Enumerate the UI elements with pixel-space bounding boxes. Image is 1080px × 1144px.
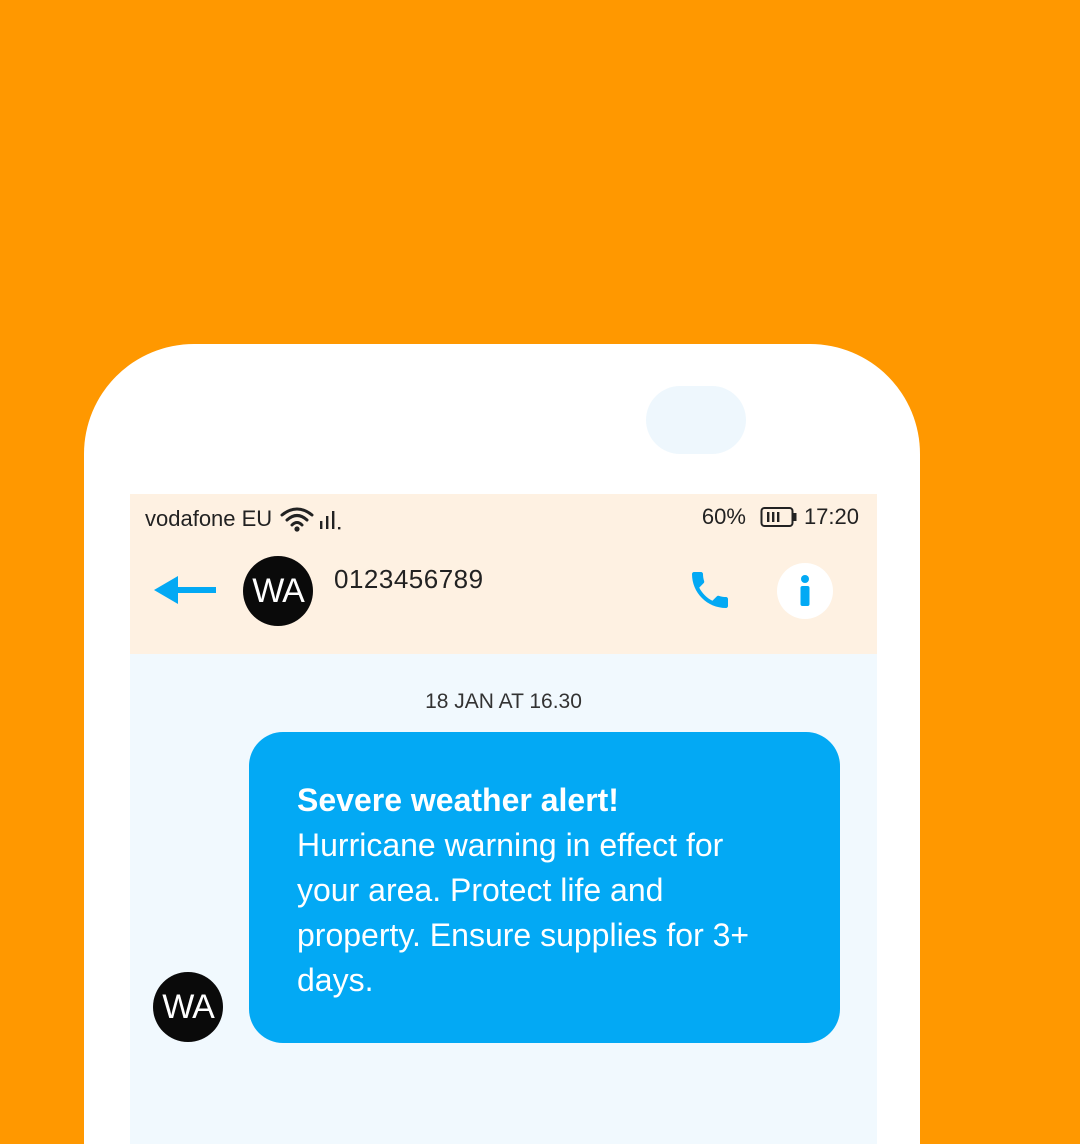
- info-icon: [800, 575, 810, 606]
- phone-frame: vodafone EU 60% 17:20 WA 0123456789 18 J…: [84, 344, 920, 1144]
- info-button[interactable]: [777, 563, 833, 619]
- back-button[interactable]: [154, 572, 218, 613]
- status-time: 17:20: [803, 504, 859, 529]
- wifi-icon: [280, 507, 314, 532]
- message-timestamp: 18 JAN AT 16.30: [425, 690, 582, 713]
- status-bar-left: vodafone EU: [145, 506, 344, 532]
- call-button[interactable]: [686, 566, 734, 619]
- battery-percent: 60%: [701, 504, 746, 529]
- message-title: Severe weather alert!: [297, 782, 619, 818]
- status-bar-right: 60% 17:20: [702, 504, 859, 530]
- phone-screen: vodafone EU 60% 17:20 WA 0123456789 18 J…: [130, 494, 877, 1144]
- message-body: Hurricane warning in effect for your are…: [297, 827, 750, 998]
- sender-avatar[interactable]: WA: [153, 972, 223, 1042]
- signal-icon: [320, 511, 341, 530]
- phone-icon: [692, 572, 728, 608]
- camera-notch: [646, 386, 746, 454]
- battery-icon: [760, 507, 797, 527]
- carrier-name: vodafone EU: [145, 506, 273, 531]
- back-arrow-icon: [154, 576, 216, 604]
- message-bubble[interactable]: Severe weather alert! Hurricane warning …: [249, 732, 840, 1043]
- contact-avatar[interactable]: WA: [243, 556, 313, 626]
- conversation-header: vodafone EU 60% 17:20 WA 0123456789: [130, 494, 877, 654]
- contact-number[interactable]: 0123456789: [334, 564, 484, 595]
